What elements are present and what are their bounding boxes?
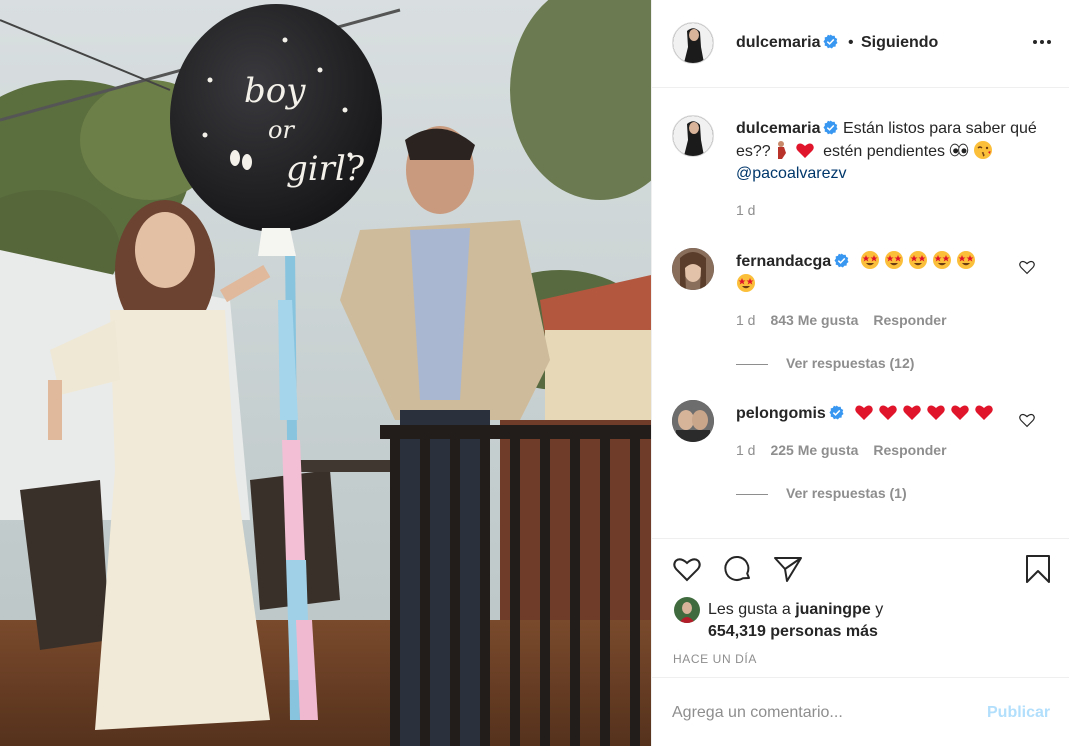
comments-list: dulcemaria Están listos para saber qué e… (652, 88, 1069, 538)
red-heart-emoji-icon (903, 405, 921, 420)
author-username[interactable]: dulcemaria (736, 34, 839, 52)
view-replies-button[interactable]: Ver respuestas (1) (736, 485, 907, 501)
star-struck-emoji-icon (860, 251, 879, 269)
comment-input[interactable] (672, 700, 972, 726)
comment-like-heart-icon[interactable] (1018, 411, 1036, 429)
red-heart-emoji-icon (975, 405, 993, 420)
star-struck-emoji-icon (737, 274, 755, 292)
comment-like-heart-icon[interactable] (1018, 258, 1036, 276)
view-replies-label[interactable]: Ver respuestas (1) (786, 485, 907, 501)
caption: dulcemaria Están listos para saber qué e… (736, 118, 1046, 185)
replies-divider (736, 363, 768, 365)
verified-badge-icon (823, 120, 839, 135)
liker-username[interactable]: juaningpe (795, 601, 871, 618)
red-heart-emoji-icon (855, 405, 873, 420)
view-replies-button[interactable]: Ver respuestas (12) (736, 355, 914, 371)
comment-meta-pelongomis: 1 d 225 Me gusta Responder (736, 442, 962, 458)
author-username-text[interactable]: dulcemaria (736, 34, 820, 51)
reply-button[interactable]: Responder (873, 312, 946, 328)
star-struck-emoji-icon (956, 251, 975, 269)
view-replies-label[interactable]: Ver respuestas (12) (786, 355, 914, 371)
post-actions: Les gusta a juaningpe y 654,319 personas… (652, 538, 1069, 677)
red-heart-emoji-icon (879, 405, 897, 420)
author-avatar[interactable] (672, 22, 714, 64)
likes-prefix: Les gusta a (708, 601, 791, 618)
post-photo[interactable]: boy or girl? (0, 0, 651, 746)
comment-time[interactable]: 1 d (736, 442, 755, 458)
likes-conj: y (875, 601, 884, 618)
red-heart-emoji-icon (795, 143, 814, 158)
caption-mention[interactable]: @pacoalvarezv (736, 165, 847, 182)
liker-avatar[interactable] (674, 597, 700, 623)
publish-button[interactable]: Publicar (987, 704, 1050, 722)
post-side-panel: dulcemaria • Siguiendo dulcemaria Están … (651, 0, 1069, 746)
balloon-text-or: or (268, 116, 295, 144)
winking-kiss-emoji-icon (974, 141, 993, 159)
caption-author-avatar[interactable] (672, 115, 714, 157)
verified-badge-icon (829, 405, 844, 420)
caption-username[interactable]: dulcemaria (736, 120, 820, 137)
comment-username[interactable]: pelongomis (736, 405, 826, 422)
likes-count[interactable]: 654,319 personas más (708, 623, 878, 640)
more-options-icon[interactable] (1028, 30, 1056, 54)
pregnant-woman-emoji-icon (777, 141, 786, 159)
balloon-text-girl: girl? (286, 149, 365, 189)
comment-icon[interactable] (722, 553, 754, 585)
share-icon[interactable] (772, 553, 804, 585)
add-comment-bar: Publicar (652, 677, 1069, 746)
verified-badge-icon (834, 253, 849, 268)
star-struck-emoji-icon (932, 251, 951, 269)
comment-avatar-fernandacga[interactable] (672, 248, 714, 290)
heart-icon[interactable] (671, 553, 703, 585)
comment-likes-count[interactable]: 843 Me gusta (770, 312, 858, 328)
following-status[interactable]: Siguiendo (861, 34, 938, 52)
post-date[interactable]: HACE UN DÍA (673, 652, 757, 666)
star-struck-emoji-icon (908, 251, 927, 269)
comment-meta-fernandacga: 1 d 843 Me gusta Responder (736, 312, 962, 328)
red-heart-emoji-icon (951, 405, 969, 420)
heart-emoji-row (854, 405, 998, 422)
likes-summary: Les gusta a juaningpe y 654,319 personas… (708, 599, 883, 643)
comment-avatar-pelongomis[interactable] (672, 400, 714, 442)
reply-button[interactable]: Responder (873, 442, 946, 458)
red-heart-emoji-icon (927, 405, 945, 420)
comment-likes-count[interactable]: 225 Me gusta (770, 442, 858, 458)
eyes-emoji-icon (950, 143, 969, 157)
caption-time[interactable]: 1 d (736, 202, 755, 218)
replies-divider (736, 493, 768, 495)
header-separator: • (848, 34, 854, 51)
comment-username[interactable]: fernandacga (736, 253, 831, 270)
caption-text-2: estén pendientes (823, 143, 946, 160)
balloon-text-boy: boy (244, 71, 306, 111)
star-struck-emoji-icon (884, 251, 903, 269)
post-header: dulcemaria • Siguiendo (652, 0, 1069, 88)
verified-badge-icon (823, 34, 839, 49)
comment-fernandacga: fernandacga (736, 250, 1026, 296)
comment-pelongomis: pelongomis (736, 402, 1026, 425)
bookmark-icon[interactable] (1022, 553, 1054, 585)
comment-time[interactable]: 1 d (736, 312, 755, 328)
